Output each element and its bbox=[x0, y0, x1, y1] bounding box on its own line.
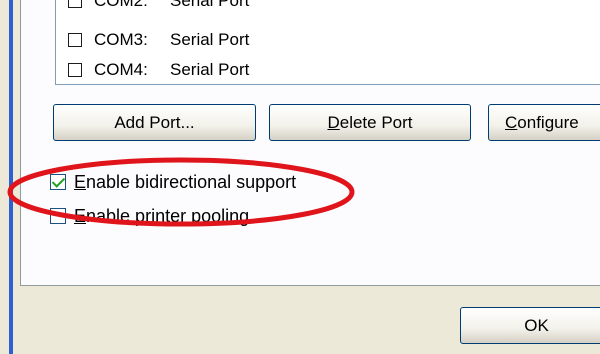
ok-label: OK bbox=[524, 315, 549, 335]
port-list[interactable]: COM2: Serial Port COM3: Serial Port COM4… bbox=[55, 0, 600, 85]
port-checkbox[interactable] bbox=[68, 0, 82, 8]
bidirectional-checkbox[interactable] bbox=[50, 174, 66, 190]
configure-port-label: Configure bbox=[505, 112, 579, 132]
port-list-item[interactable]: COM3: Serial Port bbox=[68, 28, 249, 52]
port-checkbox[interactable] bbox=[68, 33, 82, 47]
delete-port-label: Delete Port bbox=[327, 112, 413, 132]
port-description: Serial Port bbox=[170, 60, 250, 79]
port-name: COM3: bbox=[94, 30, 148, 49]
port-description: Serial Port bbox=[170, 30, 250, 49]
delete-port-button[interactable]: Delete Port bbox=[269, 104, 471, 141]
port-name: COM2: bbox=[94, 0, 148, 10]
port-description: Serial Port bbox=[170, 0, 250, 10]
ok-button[interactable]: OK bbox=[460, 307, 600, 344]
window-left-border bbox=[0, 0, 14, 354]
enable-printer-pooling-option[interactable]: Enable printer pooling bbox=[50, 204, 249, 228]
checkmark-icon bbox=[51, 174, 66, 188]
window-frame-line bbox=[9, 0, 13, 354]
printer-pooling-label: Enable printer pooling bbox=[74, 205, 250, 226]
bidirectional-label: Enable bidirectional support bbox=[74, 171, 297, 192]
add-port-button[interactable]: Add Port... bbox=[53, 104, 256, 141]
port-list-item[interactable]: COM4: Serial Port bbox=[68, 58, 249, 82]
printer-pooling-checkbox[interactable] bbox=[50, 208, 66, 224]
port-checkbox[interactable] bbox=[68, 63, 82, 77]
configure-port-button[interactable]: Configure bbox=[488, 104, 600, 141]
enable-bidirectional-option[interactable]: Enable bidirectional support bbox=[50, 170, 296, 194]
port-name: COM4: bbox=[94, 60, 148, 79]
add-port-label: Add Port... bbox=[114, 112, 195, 132]
port-list-item[interactable]: COM2: Serial Port bbox=[68, 0, 249, 13]
